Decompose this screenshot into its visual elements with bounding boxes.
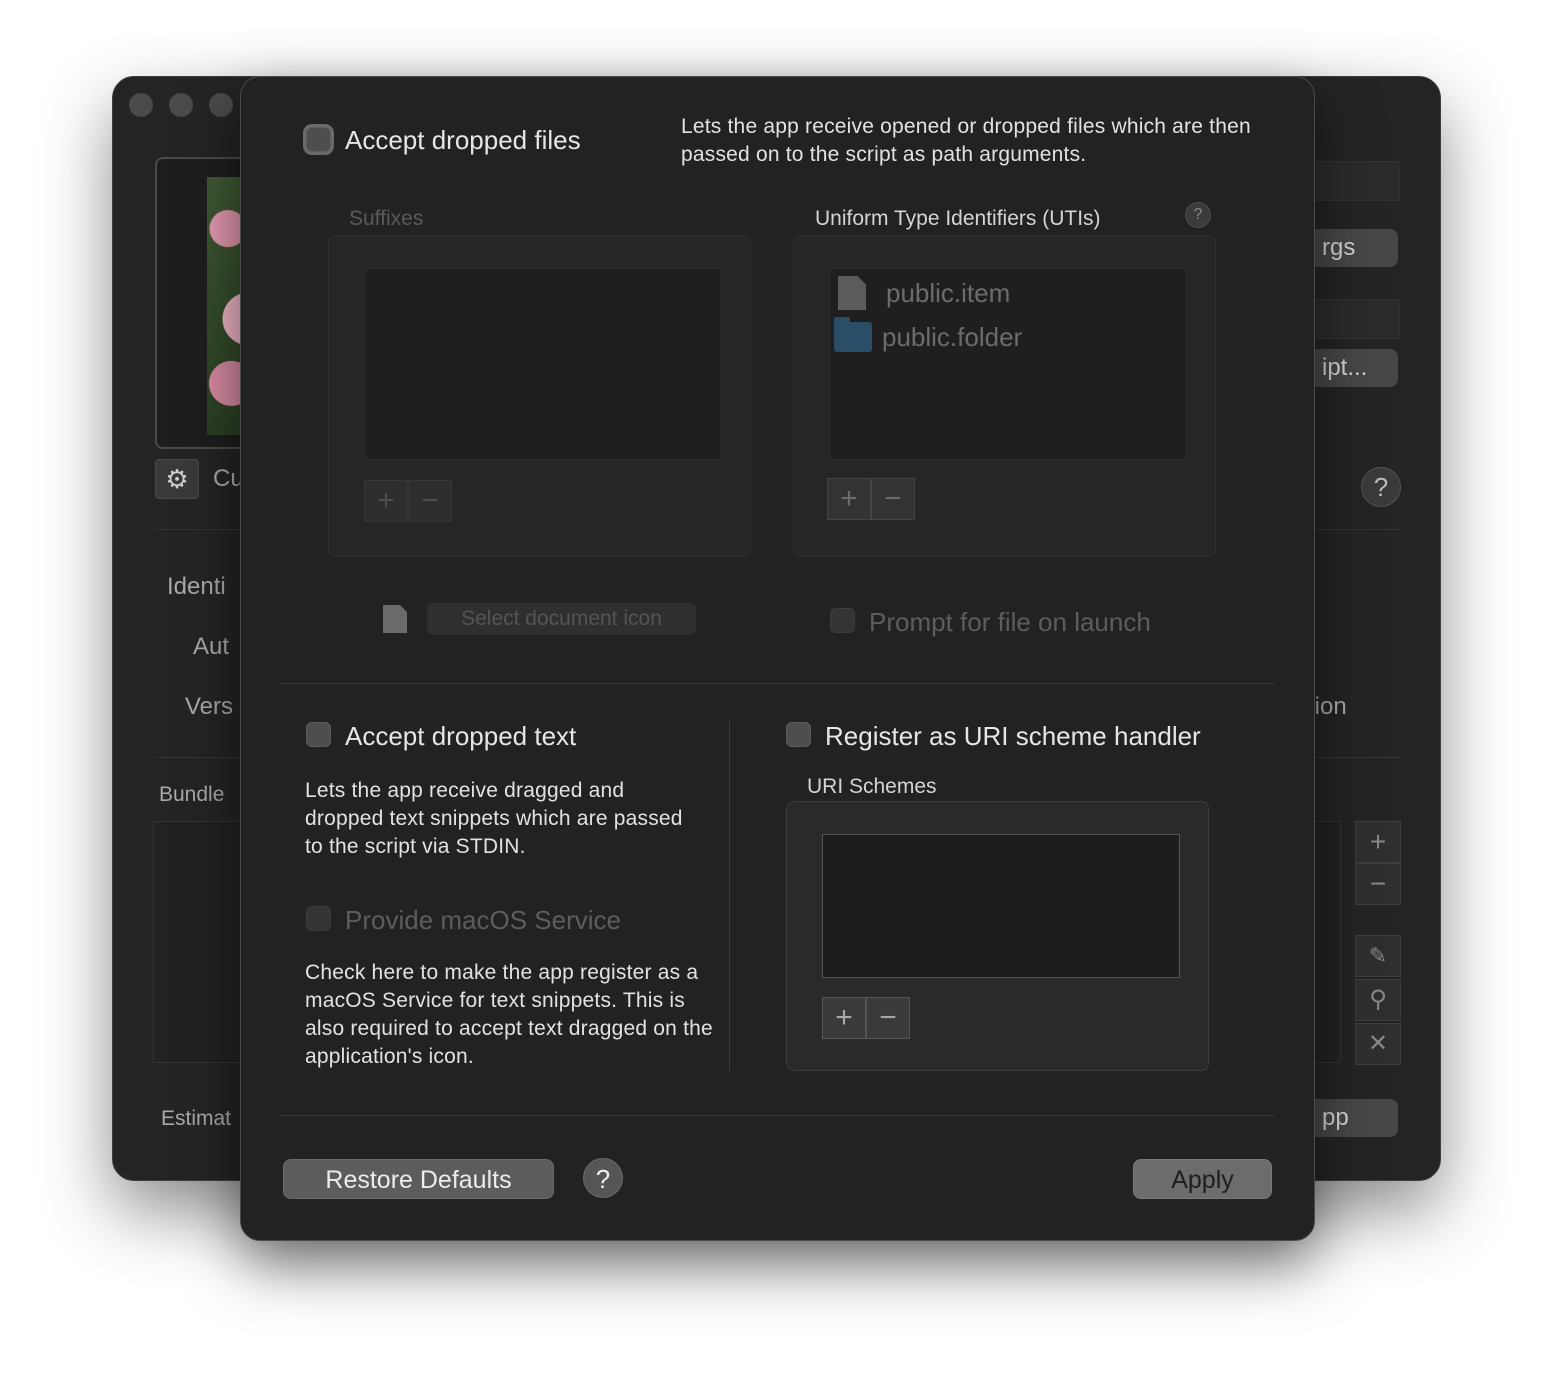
utis-group: public.item public.folder + − (793, 235, 1216, 557)
uti-name: public.item (886, 277, 1011, 308)
suffixes-group: + − (328, 235, 751, 557)
version-label: Vers (185, 693, 234, 720)
accept-dropped-text-checkbox[interactable] (306, 722, 331, 747)
provide-service-description: Check here to make the app register as a… (305, 961, 713, 1068)
args-button[interactable]: rgs (1308, 229, 1398, 267)
accept-dropped-files-label: Accept dropped files (345, 125, 581, 155)
gear-icon[interactable]: ⚙ (155, 459, 199, 499)
uri-schemes-title: URI Schemes (807, 775, 937, 798)
text-field[interactable] (1308, 299, 1400, 339)
restore-defaults-button[interactable]: Restore Defaults (283, 1159, 554, 1199)
accept-dropped-text-label: Accept dropped text (345, 721, 577, 751)
minimize-window-button[interactable] (169, 93, 193, 117)
accept-dropped-files-checkbox[interactable] (306, 127, 331, 152)
uri-schemes-group: + − (786, 801, 1209, 1071)
suffixes-title: Suffixes (349, 207, 424, 230)
zoom-window-button[interactable] (209, 93, 233, 117)
add-button[interactable]: + (1355, 821, 1401, 863)
delete-button[interactable]: ✕ (1355, 1023, 1401, 1065)
utis-add-remove: + − (827, 478, 915, 520)
author-label: Aut (193, 633, 230, 660)
accept-dropped-files-description: Lets the app receive opened or dropped f… (681, 115, 1251, 166)
create-app-button[interactable]: pp (1308, 1099, 1398, 1137)
suffixes-list[interactable] (364, 268, 722, 460)
section-divider (281, 683, 1274, 684)
help-button[interactable]: ? (1361, 467, 1401, 507)
uri-schemes-list[interactable] (822, 834, 1180, 978)
add-uri-scheme-button[interactable]: + (822, 997, 866, 1039)
column-divider (729, 721, 730, 1071)
document-icon (383, 605, 407, 633)
register-uri-handler-label: Register as URI scheme handler (825, 721, 1201, 751)
select-document-icon-button[interactable]: Select document icon (427, 603, 696, 635)
bundled-files-label: Bundle (159, 783, 225, 806)
list-item[interactable]: public.item (838, 273, 1010, 313)
utis-help-button[interactable]: ? (1185, 202, 1211, 228)
suffixes-add-remove: + − (364, 480, 452, 522)
text-field[interactable] (1308, 161, 1400, 201)
uri-add-remove: + − (822, 997, 910, 1039)
add-uti-button[interactable]: + (827, 478, 871, 520)
prompt-for-file-label: Prompt for file on launch (869, 607, 1151, 637)
close-window-button[interactable] (129, 93, 153, 117)
magnifier-icon[interactable]: ⚲ (1355, 979, 1401, 1021)
list-item[interactable]: public.folder (834, 317, 1022, 357)
remove-uti-button[interactable]: − (871, 478, 915, 520)
add-suffix-button[interactable]: + (364, 480, 408, 522)
uti-name: public.folder (882, 321, 1023, 352)
folder-icon (834, 317, 872, 352)
estimated-size-label: Estimat (161, 1107, 232, 1130)
provide-service-label: Provide macOS Service (345, 905, 621, 935)
footer-divider (281, 1115, 1274, 1116)
remove-button[interactable]: − (1355, 863, 1401, 905)
accept-dropped-text-description: Lets the app receive dragged and dropped… (305, 779, 683, 858)
prompt-for-file-checkbox[interactable] (830, 608, 855, 633)
remove-suffix-button[interactable]: − (408, 480, 452, 522)
document-icon (838, 276, 866, 310)
identifier-label: Identi (167, 573, 226, 600)
edit-script-button[interactable]: ipt... (1308, 349, 1398, 387)
apply-button[interactable]: Apply (1133, 1159, 1272, 1199)
utis-title: Uniform Type Identifiers (UTIs) (815, 207, 1101, 230)
edit-icon[interactable]: ✎ (1355, 935, 1401, 977)
help-button[interactable]: ? (583, 1158, 623, 1198)
remove-uri-scheme-button[interactable]: − (866, 997, 910, 1039)
provide-service-checkbox[interactable] (306, 906, 331, 931)
register-uri-handler-checkbox[interactable] (786, 722, 811, 747)
drop-settings-sheet: Accept dropped files Lets the app receiv… (240, 76, 1315, 1241)
utis-list[interactable]: public.item public.folder (829, 268, 1187, 460)
